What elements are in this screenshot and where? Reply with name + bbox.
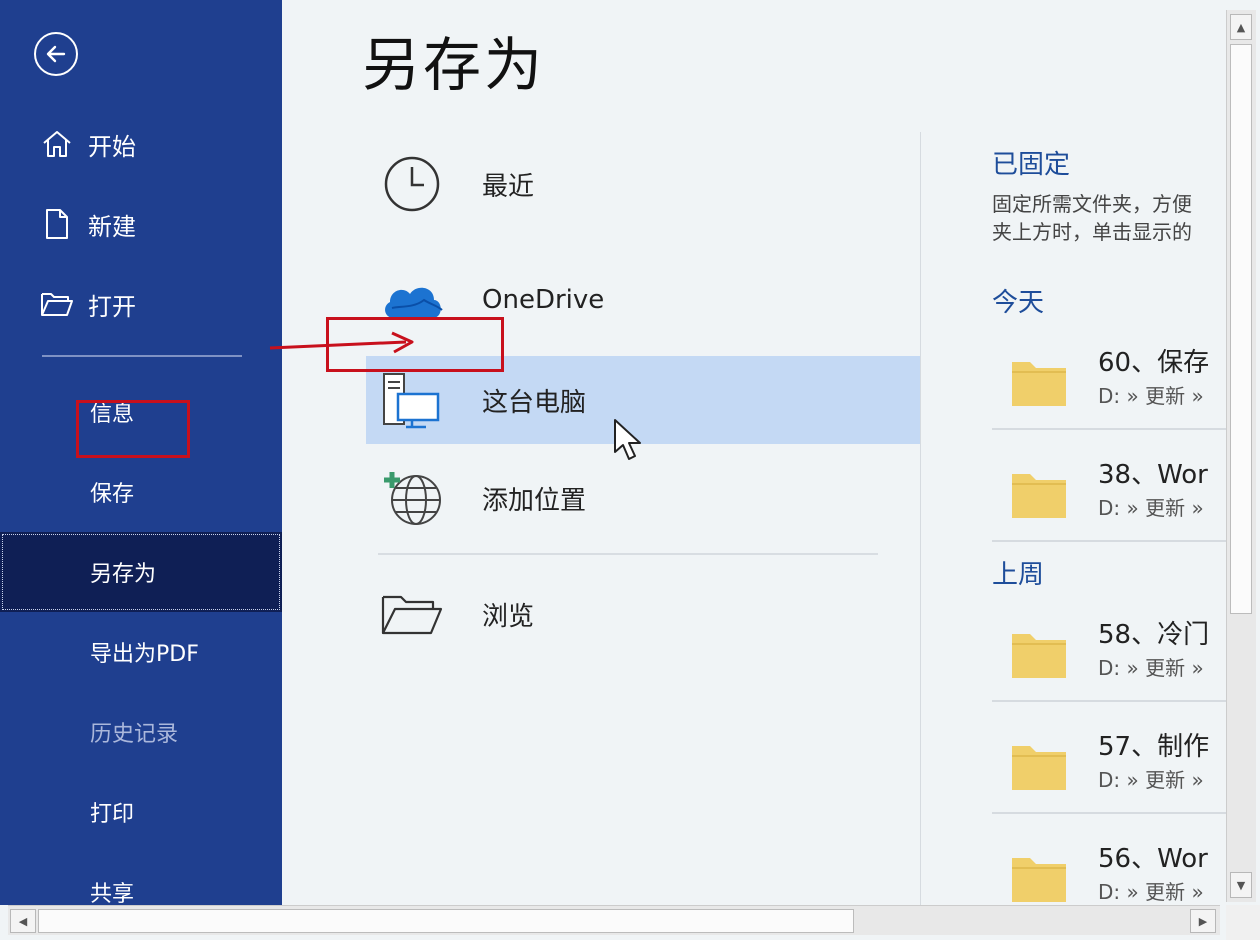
location-label: 浏览 xyxy=(482,601,535,632)
sidebar-item-save-as[interactable]: 另存为 xyxy=(0,532,282,612)
folder-name: 57、制作 xyxy=(1098,732,1210,762)
back-button[interactable] xyxy=(34,32,78,76)
folder-icon xyxy=(1012,634,1066,678)
folder-path: D: » 更新 » xyxy=(1098,768,1204,792)
folder-icon xyxy=(1012,746,1066,790)
recent-folders-panel: 已固定 固定所需文件夹，方便 夹上方时，单击显示的 今天 60、保存 D: » … xyxy=(992,0,1226,905)
scroll-right-button[interactable]: ▶ xyxy=(1190,909,1216,933)
folder-name: 56、Wor xyxy=(1098,844,1208,874)
pinned-section-title: 已固定 xyxy=(992,150,1071,180)
location-label: 最近 xyxy=(482,171,535,202)
scroll-left-button[interactable]: ◀ xyxy=(10,909,36,933)
annotation-box-info xyxy=(76,400,190,458)
sidebar-item-export-pdf[interactable]: 导出为PDF xyxy=(0,612,282,692)
mouse-cursor-icon xyxy=(614,419,641,460)
sidebar-item-home[interactable]: 开始 xyxy=(0,104,282,184)
open-folder-icon xyxy=(40,287,74,321)
sidebar-divider xyxy=(42,355,242,357)
location-label: 添加位置 xyxy=(482,485,587,516)
sidebar-item-label: 新建 xyxy=(88,212,136,241)
location-browse[interactable]: 浏览 xyxy=(366,570,920,658)
back-arrow-icon xyxy=(46,45,66,63)
location-add-place[interactable]: 添加位置 xyxy=(366,454,920,542)
this-pc-icon xyxy=(378,366,446,434)
folder-icon xyxy=(1012,362,1066,406)
column-separator xyxy=(920,132,921,905)
add-place-globe-icon xyxy=(378,464,446,532)
horizontal-scroll-thumb[interactable] xyxy=(38,909,854,933)
scrollbar-corner xyxy=(1226,905,1260,940)
new-document-icon xyxy=(40,207,74,241)
folder-path: D: » 更新 » xyxy=(1098,384,1204,408)
folder-separator xyxy=(992,540,1226,542)
today-section-title: 今天 xyxy=(992,288,1045,318)
folder-icon xyxy=(1012,474,1066,518)
sidebar-item-label: 打开 xyxy=(88,292,136,321)
annotation-arrow-icon xyxy=(269,331,414,354)
last-week-section-title: 上周 xyxy=(992,560,1045,590)
location-label: 这台电脑 xyxy=(482,387,587,418)
sidebar-item-save[interactable]: 保存 xyxy=(0,452,282,532)
sidebar-item-print[interactable]: 打印 xyxy=(0,772,282,852)
folder-name: 60、保存 xyxy=(1098,348,1210,378)
horizontal-scrollbar[interactable]: ◀ ▶ xyxy=(8,905,1220,935)
folder-separator xyxy=(992,428,1226,430)
folder-path: D: » 更新 » xyxy=(1098,656,1204,680)
location-recent[interactable]: 最近 xyxy=(366,140,920,228)
folder-icon xyxy=(1012,858,1066,902)
scroll-down-button[interactable]: ▼ xyxy=(1230,872,1252,898)
sidebar-item-open[interactable]: 打开 xyxy=(0,264,282,344)
page-title: 另存为 xyxy=(362,31,546,99)
location-label: OneDrive xyxy=(482,285,605,315)
clock-icon xyxy=(378,150,446,218)
sidebar-item-new[interactable]: 新建 xyxy=(0,184,282,264)
folder-name: 58、冷门 xyxy=(1098,620,1210,650)
folder-name: 38、Wor xyxy=(1098,460,1208,490)
folder-path: D: » 更新 » xyxy=(1098,880,1204,904)
recent-folder-item[interactable]: 56、Wor D: » 更新 » xyxy=(992,830,1226,905)
home-icon xyxy=(40,127,74,161)
folder-separator xyxy=(992,812,1226,814)
pinned-description: 固定所需文件夹，方便 夹上方时，单击显示的 xyxy=(992,192,1192,244)
sidebar-top-nav: 开始 新建 打开 xyxy=(0,104,282,344)
browse-folder-icon xyxy=(378,580,446,648)
vertical-scroll-thumb[interactable] xyxy=(1230,44,1252,614)
sidebar-item-label: 开始 xyxy=(88,132,136,161)
scroll-up-button[interactable]: ▲ xyxy=(1230,14,1252,40)
locations-divider xyxy=(378,553,878,555)
folder-path: D: » 更新 » xyxy=(1098,496,1204,520)
sidebar-item-history: 历史记录 xyxy=(90,722,179,747)
folder-separator xyxy=(992,700,1226,702)
vertical-scrollbar[interactable]: ▲ ▼ xyxy=(1226,10,1256,902)
